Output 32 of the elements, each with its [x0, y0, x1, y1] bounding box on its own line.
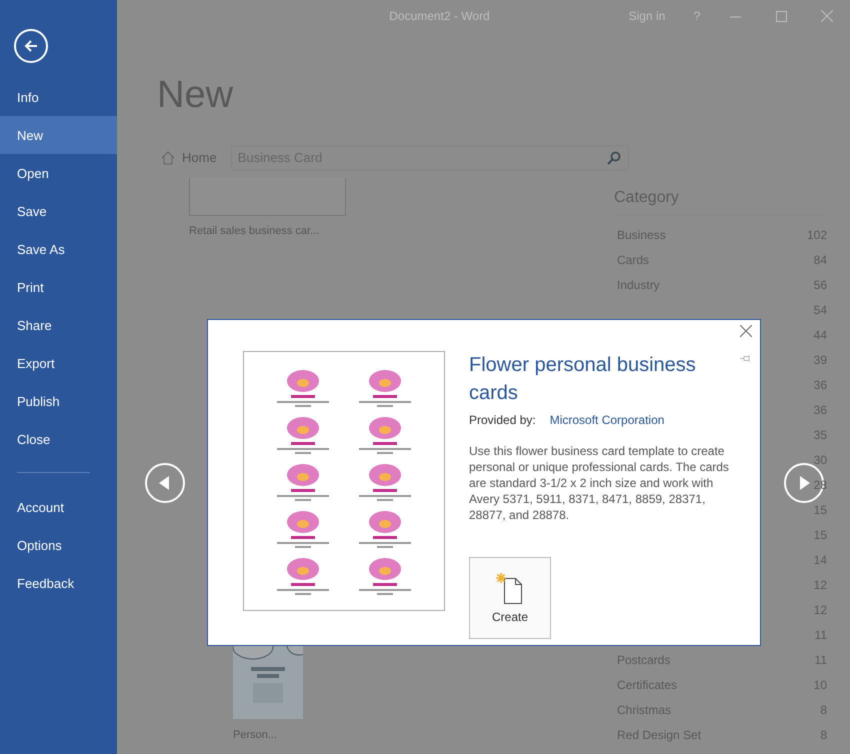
sidebar-item[interactable]: Share [0, 306, 117, 344]
right-triangle-icon [798, 476, 810, 490]
maximize-icon [776, 10, 786, 22]
create-button[interactable]: Create [469, 557, 551, 639]
pin-icon[interactable] [740, 355, 751, 362]
sidebar-item[interactable]: Feedback [0, 564, 117, 602]
back-button[interactable] [14, 29, 48, 63]
template-description: Use this flower business card template to create personal or unique professional cards. The cards are standard 3-1/2 x 2 inch size and work with Avery 5371, 5911, 8371, 8471, 8859, 28371, 28877, and 28878. [469, 443, 730, 523]
sidebar-item[interactable]: Save [0, 192, 117, 230]
search-icon[interactable] [606, 151, 621, 165]
provider-link[interactable]: Microsoft Corporation [550, 413, 664, 427]
new-document-icon [495, 572, 525, 604]
close-icon [740, 325, 752, 337]
sidebar-item[interactable]: Open [0, 154, 117, 192]
sidebar-item[interactable]: Options [0, 526, 117, 564]
sidebar-item[interactable]: Print [0, 268, 117, 306]
template-thumbnail[interactable] [189, 178, 346, 216]
sidebar-item[interactable]: Export [0, 344, 117, 382]
left-triangle-icon [159, 476, 171, 490]
close-icon [821, 10, 833, 22]
template-title: Flower personal business cards [469, 353, 697, 406]
home-icon [160, 150, 176, 166]
sidebar-item[interactable]: Info [0, 78, 117, 116]
close-button[interactable] [740, 325, 752, 337]
sidebar-item[interactable]: Save As [0, 230, 117, 268]
sidebar-item[interactable]: Publish [0, 382, 117, 420]
previous-button[interactable] [145, 463, 185, 503]
sidebar-item[interactable]: Account [0, 488, 117, 526]
sidebar-item[interactable]: New [0, 116, 117, 154]
back-arrow-icon [23, 38, 39, 54]
provided-by-label: Provided by: [469, 413, 536, 427]
sidebar-item[interactable]: Close [0, 420, 117, 458]
